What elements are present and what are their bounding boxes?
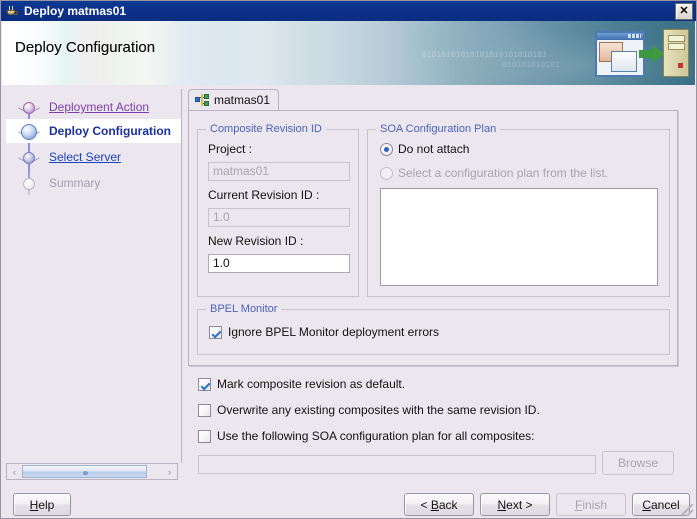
next-button[interactable]: Next > (480, 493, 550, 516)
configuration-plan-list[interactable] (380, 188, 658, 286)
checkbox-mark-default[interactable]: Mark composite revision as default. (198, 377, 405, 391)
tab-strip: matmas01 (188, 89, 688, 111)
radio-indicator-icon (380, 166, 393, 180)
main-panel: matmas01 Composite Revision ID Project :… (188, 89, 688, 481)
sidebar-item-deployment-action[interactable]: Deployment Action (6, 95, 182, 119)
help-button[interactable]: Help (13, 493, 71, 516)
step-bead-icon (18, 100, 40, 116)
step-bead-icon (19, 176, 39, 192)
header-binary-decoration: 01010101010101010101010101 (422, 51, 547, 60)
project-label: Project : (208, 142, 253, 156)
checkbox-indicator-icon (209, 325, 222, 339)
sidebar-horizontal-scrollbar[interactable]: ‹ › (6, 463, 178, 480)
help-button-label: Help (29, 497, 55, 512)
project-field: matmas01 (208, 162, 350, 181)
resize-grip[interactable] (681, 504, 693, 516)
soa-configuration-plan-group: SOA Configuration Plan Do not attach Sel… (367, 123, 670, 297)
checkbox-use-plan-for-all[interactable]: Use the following SOA configuration plan… (198, 429, 535, 443)
sidebar-item-label: Select Server (49, 150, 122, 164)
current-revision-label: Current Revision ID : (208, 188, 320, 202)
plan-path-input (198, 455, 596, 474)
checkbox-ignore-bpel-monitor-errors[interactable]: Ignore BPEL Monitor deployment errors (209, 325, 439, 339)
checkbox-indicator-icon (198, 429, 211, 443)
checkbox-label: Overwrite any existing composites with t… (217, 403, 540, 417)
step-bead-icon (18, 150, 40, 166)
wizard-steps-sidebar: Deployment Action Deploy Configuration S… (6, 89, 182, 463)
global-options: Mark composite revision as default. Over… (188, 377, 688, 481)
deploy-dialog: Deploy matmas01 ✕ 0101010101010101010101… (0, 0, 697, 519)
button-bar: Help < Back Next > Finish Cancel (2, 489, 695, 518)
step-bead-icon (18, 124, 40, 140)
page-title: Deploy Configuration (15, 39, 156, 56)
scroll-left-icon[interactable]: ‹ (7, 464, 22, 479)
header-binary-decoration-2: 010101010101 (502, 61, 560, 70)
sidebar-item-label: Deploy Configuration (49, 124, 171, 138)
checkbox-label: Use the following SOA configuration plan… (217, 429, 535, 443)
checkbox-indicator-icon (198, 403, 211, 417)
tab-matmas01[interactable]: matmas01 (188, 89, 280, 110)
scrollbar-thumb[interactable] (22, 465, 147, 478)
new-revision-label: New Revision ID : (208, 234, 304, 248)
tab-panel: Composite Revision ID Project : matmas01… (188, 110, 678, 366)
back-button-label: < Back (420, 497, 458, 512)
next-button-label: Next > (497, 497, 533, 512)
dialog-body: Deployment Action Deploy Configuration S… (2, 85, 695, 489)
radio-indicator-icon (380, 142, 393, 156)
back-button[interactable]: < Back (404, 493, 474, 516)
sidebar-item-deploy-configuration[interactable]: Deploy Configuration (6, 119, 181, 143)
group-title: Composite Revision ID (206, 123, 326, 135)
browse-button: Browse (602, 451, 674, 475)
current-revision-field: 1.0 (208, 208, 350, 227)
checkbox-indicator-icon (198, 377, 211, 391)
cancel-button-label: Cancel (642, 497, 680, 512)
radio-select-plan: Select a configuration plan from the lis… (380, 166, 608, 180)
composite-icon (195, 94, 209, 106)
tab-label: matmas01 (214, 93, 271, 107)
finish-button-label: Finish (574, 497, 608, 512)
new-revision-input[interactable]: 1.0 (208, 254, 350, 273)
group-title: BPEL Monitor (206, 303, 282, 315)
sidebar-item-select-server[interactable]: Select Server (6, 145, 182, 169)
window-title: Deploy matmas01 (24, 4, 127, 18)
close-icon[interactable]: ✕ (675, 3, 693, 20)
title-bar: Deploy matmas01 ✕ (1, 1, 696, 21)
scroll-right-icon[interactable]: › (162, 464, 177, 479)
radio-label: Do not attach (398, 142, 470, 156)
sidebar-item-label: Summary (49, 176, 101, 190)
checkbox-label: Ignore BPEL Monitor deployment errors (228, 325, 439, 339)
deploy-illustration-icon (595, 29, 689, 77)
radio-do-not-attach[interactable]: Do not attach (380, 142, 469, 156)
header-banner: 01010101010101010101010101 010101010101 … (2, 21, 695, 85)
group-title: SOA Configuration Plan (376, 123, 501, 135)
bpel-monitor-group: BPEL Monitor Ignore BPEL Monitor deploym… (197, 303, 670, 355)
radio-label: Select a configuration plan from the lis… (398, 166, 609, 180)
scrollbar-track[interactable] (22, 464, 162, 479)
sidebar-item-label: Deployment Action (49, 100, 150, 114)
composite-revision-group: Composite Revision ID Project : matmas01… (197, 123, 359, 297)
checkbox-overwrite-existing[interactable]: Overwrite any existing composites with t… (198, 403, 540, 417)
java-cup-icon (4, 3, 20, 19)
checkbox-label: Mark composite revision as default. (217, 377, 406, 391)
finish-button: Finish (556, 493, 626, 516)
sidebar-item-summary: Summary (6, 171, 182, 195)
